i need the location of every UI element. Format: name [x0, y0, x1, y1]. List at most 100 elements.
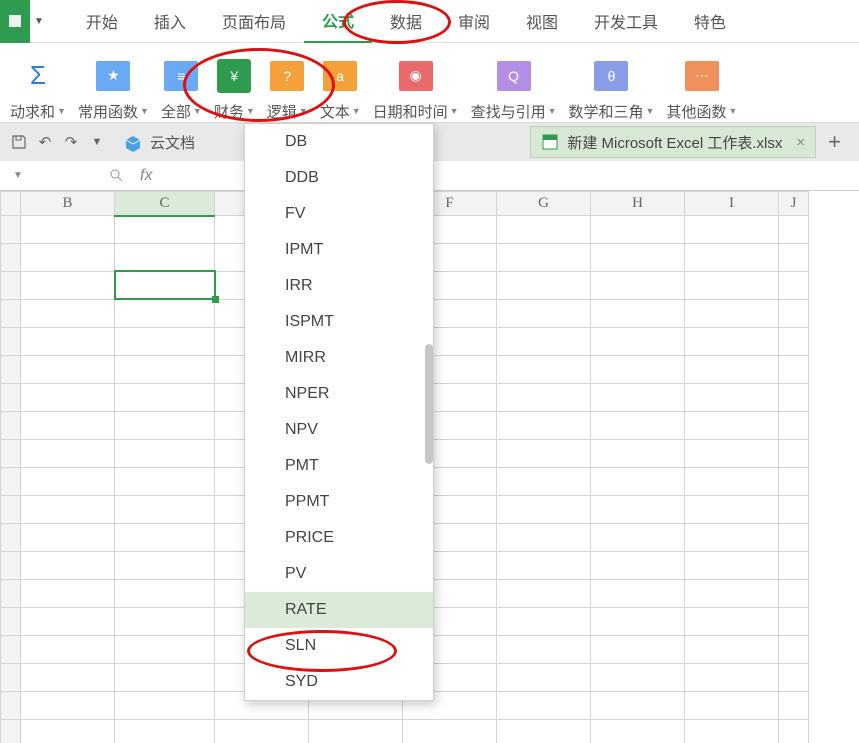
cell[interactable] [591, 356, 685, 384]
column-header-B[interactable]: B [21, 192, 115, 216]
cell[interactable] [309, 720, 403, 743]
cell[interactable] [685, 244, 779, 272]
ribbon-group-其他函数[interactable]: ⋯其他函数▼ [666, 50, 737, 122]
row-header[interactable] [1, 244, 21, 272]
cell[interactable] [115, 552, 215, 580]
cell[interactable] [685, 300, 779, 328]
row-header[interactable] [1, 300, 21, 328]
cell[interactable] [115, 216, 215, 244]
cell[interactable] [115, 328, 215, 356]
cell[interactable] [591, 552, 685, 580]
cell[interactable] [779, 412, 809, 440]
cell[interactable] [21, 636, 115, 664]
dropdown-item-PPMT[interactable]: PPMT [245, 484, 433, 520]
cell[interactable] [591, 608, 685, 636]
menu-tab-数据[interactable]: 数据 [372, 0, 440, 43]
cell[interactable] [21, 524, 115, 552]
cell[interactable] [21, 328, 115, 356]
row-header[interactable] [1, 356, 21, 384]
row-header[interactable] [1, 216, 21, 244]
redo-icon[interactable]: ↷ [58, 129, 84, 155]
cell[interactable] [497, 496, 591, 524]
cell[interactable] [685, 664, 779, 692]
save-icon[interactable] [6, 129, 32, 155]
cell[interactable] [115, 496, 215, 524]
menu-tab-视图[interactable]: 视图 [508, 0, 576, 43]
ribbon-group-全部[interactable]: ≡全部▼ [161, 50, 202, 122]
dropdown-item-SYD[interactable]: SYD [245, 664, 433, 700]
cell[interactable] [685, 720, 779, 743]
ribbon-group-动求和[interactable]: Σ动求和▼ [10, 50, 66, 122]
cell[interactable] [497, 580, 591, 608]
dropdown-item-PMT[interactable]: PMT [245, 448, 433, 484]
cell[interactable] [685, 608, 779, 636]
dropdown-item-DDB[interactable]: DDB [245, 160, 433, 196]
cell[interactable] [115, 692, 215, 720]
cell[interactable] [591, 328, 685, 356]
cell[interactable] [591, 440, 685, 468]
quick-access-dropdown-icon[interactable]: ▼ [84, 129, 110, 155]
cell[interactable] [779, 692, 809, 720]
cell[interactable] [779, 300, 809, 328]
cell[interactable] [779, 580, 809, 608]
cell[interactable] [497, 216, 591, 244]
cell[interactable] [497, 692, 591, 720]
cell[interactable] [779, 384, 809, 412]
row-header[interactable] [1, 384, 21, 412]
cell[interactable] [115, 608, 215, 636]
dropdown-item-MIRR[interactable]: MIRR [245, 340, 433, 376]
row-header[interactable] [1, 580, 21, 608]
cell[interactable] [591, 692, 685, 720]
menu-tab-开发工具[interactable]: 开发工具 [576, 0, 676, 43]
select-all-corner[interactable] [1, 192, 21, 216]
cell[interactable] [21, 412, 115, 440]
cell[interactable] [685, 552, 779, 580]
cell[interactable] [497, 272, 591, 300]
cell[interactable] [591, 524, 685, 552]
dropdown-item-NPV[interactable]: NPV [245, 412, 433, 448]
cell[interactable] [685, 496, 779, 524]
menu-tab-公式[interactable]: 公式 [304, 0, 372, 43]
cell[interactable] [591, 720, 685, 743]
cell[interactable] [215, 720, 309, 743]
cell[interactable] [591, 300, 685, 328]
cell[interactable] [591, 664, 685, 692]
row-header[interactable] [1, 552, 21, 580]
name-box-dropdown-icon[interactable]: ▼ [6, 170, 30, 181]
cell[interactable] [115, 664, 215, 692]
cell[interactable] [497, 552, 591, 580]
cell[interactable] [21, 664, 115, 692]
ribbon-group-数学和三角[interactable]: θ数学和三角▼ [569, 50, 655, 122]
cell[interactable] [497, 300, 591, 328]
cell[interactable] [685, 692, 779, 720]
formula-search-icon[interactable] [110, 169, 134, 182]
cell[interactable] [779, 720, 809, 743]
cell[interactable] [591, 412, 685, 440]
cell[interactable] [591, 496, 685, 524]
cell[interactable] [779, 244, 809, 272]
app-menu-icon[interactable] [0, 0, 30, 43]
dropdown-item-FV[interactable]: FV [245, 196, 433, 232]
cell[interactable] [497, 440, 591, 468]
cell[interactable] [21, 272, 115, 300]
cell[interactable] [115, 300, 215, 328]
close-tab-icon[interactable]: × [796, 134, 805, 151]
cell[interactable] [497, 356, 591, 384]
row-header[interactable] [1, 524, 21, 552]
cell[interactable] [21, 580, 115, 608]
cell[interactable] [115, 272, 215, 300]
cell[interactable] [779, 440, 809, 468]
cloud-docs-tab[interactable]: 云文档 [122, 131, 195, 153]
undo-icon[interactable]: ↶ [32, 129, 58, 155]
cell[interactable] [685, 580, 779, 608]
cell[interactable] [115, 356, 215, 384]
cell[interactable] [21, 244, 115, 272]
ribbon-group-常用函数[interactable]: ★常用函数▼ [78, 50, 149, 122]
menu-tab-审阅[interactable]: 审阅 [440, 0, 508, 43]
cell[interactable] [685, 412, 779, 440]
dropdown-item-RATE[interactable]: RATE [245, 592, 433, 628]
column-header-C[interactable]: C [115, 192, 215, 216]
cell[interactable] [497, 468, 591, 496]
cell[interactable] [403, 720, 497, 743]
fx-label[interactable]: fx [140, 167, 152, 185]
